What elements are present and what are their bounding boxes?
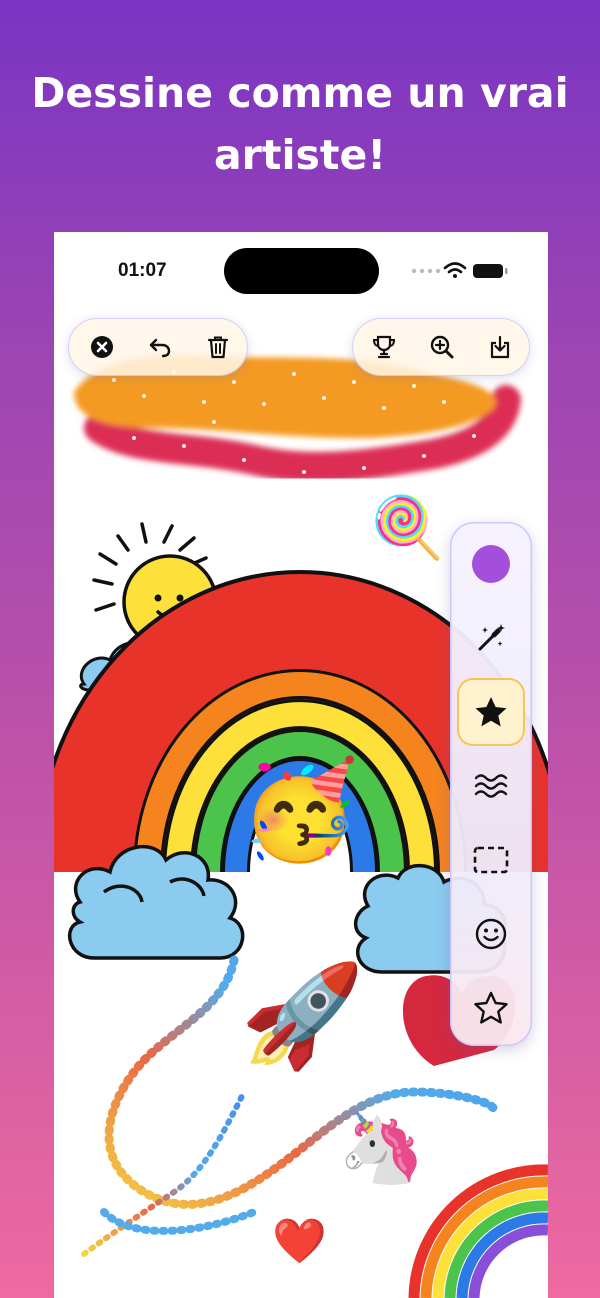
rocket-sticker[interactable]: 🚀	[240, 966, 365, 1066]
color-picker-button[interactable]	[457, 530, 525, 598]
phone-screen: 01:07 🍭 🥳 🚀 🦄 ❤️	[54, 232, 548, 1298]
toolbar-left	[68, 318, 248, 376]
headline-line-2: artiste!	[213, 131, 387, 179]
tool-waves[interactable]	[457, 752, 525, 820]
trophy-button[interactable]	[360, 318, 408, 376]
save-button[interactable]	[476, 318, 524, 376]
tool-stickers[interactable]	[457, 974, 525, 1042]
undo-button[interactable]	[136, 318, 184, 376]
heart-sticker[interactable]: ❤️	[272, 1220, 327, 1264]
undo-icon	[149, 338, 171, 358]
smiley-icon	[475, 918, 507, 950]
star-outline-icon	[474, 991, 508, 1024]
close-icon	[91, 336, 113, 358]
tool-selection[interactable]	[457, 826, 525, 894]
close-button[interactable]	[78, 318, 126, 376]
headline: Dessine comme un vrai artiste!	[0, 62, 600, 186]
zoom-button[interactable]	[418, 318, 466, 376]
toolbar-right	[352, 318, 530, 376]
tool-emoji[interactable]	[457, 900, 525, 968]
tool-star-brush[interactable]	[457, 678, 525, 746]
party-face-sticker[interactable]: 🥳	[240, 762, 360, 858]
lollipop-sticker[interactable]: 🍭	[370, 498, 445, 558]
delete-button[interactable]	[194, 318, 242, 376]
download-icon	[490, 335, 510, 359]
magic-wand-icon	[478, 624, 505, 651]
trash-icon	[207, 336, 229, 359]
tool-palette	[450, 522, 532, 1046]
unicorn-sticker[interactable]: 🦄	[338, 1112, 425, 1182]
trophy-icon	[372, 335, 396, 359]
zoom-in-icon	[430, 335, 454, 359]
rainbow-corner	[408, 1164, 548, 1298]
selected-color-swatch	[472, 545, 510, 583]
dashed-rect-icon	[473, 846, 509, 874]
waves-icon	[474, 774, 508, 798]
headline-line-1: Dessine comme un vrai	[31, 69, 569, 117]
star-brush-icon	[475, 697, 507, 727]
tool-magic-wand[interactable]	[457, 604, 525, 672]
